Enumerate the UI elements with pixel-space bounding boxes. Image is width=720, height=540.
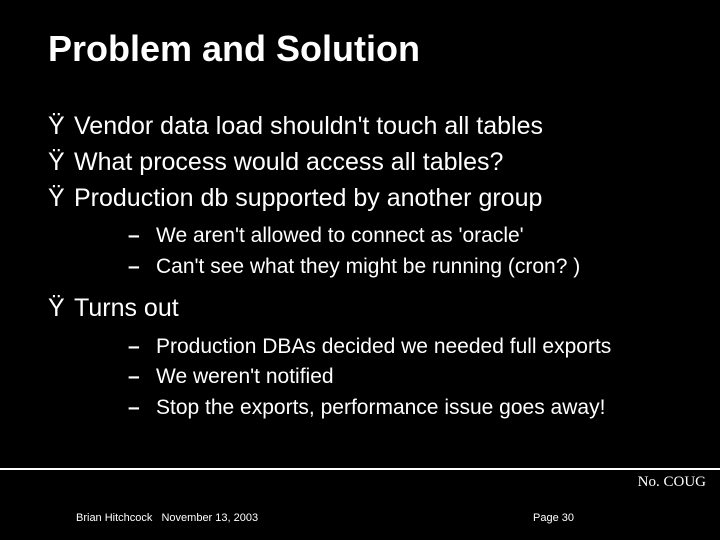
- sub-text: Can't see what they might be running (cr…: [156, 255, 580, 278]
- dash-char: –: [128, 252, 156, 282]
- org-label: No. COUG: [638, 474, 706, 491]
- sub-text: We aren't allowed to connect as 'oracle': [156, 224, 524, 247]
- slide-content: ŸVendor data load shouldn't touch all ta…: [48, 110, 680, 433]
- bullet-char: Ÿ: [48, 292, 74, 326]
- bullet-char: Ÿ: [48, 146, 74, 180]
- slide-title: Problem and Solution: [48, 28, 420, 70]
- bullet-char: Ÿ: [48, 182, 74, 216]
- bullet-item: ŸTurns out: [48, 292, 680, 326]
- bullet-char: Ÿ: [48, 110, 74, 144]
- bullet-item: ŸProduction db supported by another grou…: [48, 182, 680, 216]
- sub-text: We weren't notified: [156, 365, 334, 388]
- footer-author: Brian Hitchcock: [76, 512, 152, 524]
- sub-text: Production DBAs decided we needed full e…: [156, 335, 611, 358]
- sub-list: –Production DBAs decided we needed full …: [128, 332, 680, 423]
- sub-item: –Can't see what they might be running (c…: [128, 252, 680, 282]
- bullet-text: Production db supported by another group: [74, 184, 542, 212]
- bullet-text: Vendor data load shouldn't touch all tab…: [74, 112, 543, 140]
- dash-char: –: [128, 393, 156, 423]
- bullet-text: What process would access all tables?: [74, 148, 503, 176]
- dash-char: –: [128, 362, 156, 392]
- sub-item: –We weren't notified: [128, 362, 680, 392]
- sub-item: –Stop the exports, performance issue goe…: [128, 393, 680, 423]
- footer-page: Page 30: [533, 512, 574, 524]
- divider-line: [0, 468, 720, 470]
- bullet-text: Turns out: [74, 294, 179, 322]
- sub-text: Stop the exports, performance issue goes…: [156, 396, 605, 419]
- sub-list: –We aren't allowed to connect as 'oracle…: [128, 221, 680, 282]
- footer: Brian Hitchcock November 13, 2003 Page 3…: [76, 512, 680, 524]
- dash-char: –: [128, 221, 156, 251]
- footer-date: November 13, 2003: [161, 512, 258, 524]
- bullet-item: ŸVendor data load shouldn't touch all ta…: [48, 110, 680, 144]
- sub-item: –We aren't allowed to connect as 'oracle…: [128, 221, 680, 251]
- slide: Problem and Solution ŸVendor data load s…: [0, 0, 720, 540]
- dash-char: –: [128, 332, 156, 362]
- sub-item: –Production DBAs decided we needed full …: [128, 332, 680, 362]
- bullet-item: ŸWhat process would access all tables?: [48, 146, 680, 180]
